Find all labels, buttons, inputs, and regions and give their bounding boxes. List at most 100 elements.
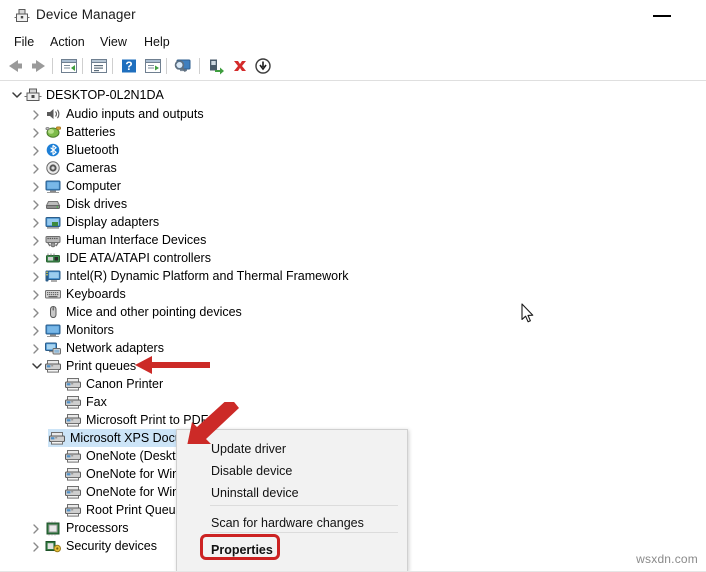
chevron-right-icon[interactable] [28, 159, 44, 177]
tree-row-label: Root Print Queue [86, 503, 183, 517]
chevron-right-icon[interactable] [28, 231, 44, 249]
battery-icon [44, 124, 62, 140]
tree-row-label: Computer [66, 179, 121, 193]
chevron-right-icon[interactable] [28, 303, 44, 321]
tree-row[interactable]: Network adapters [6, 339, 164, 357]
toolbar-separator [52, 58, 53, 74]
menu-bar: File Action View Help [0, 30, 706, 52]
tree-row[interactable]: Disk drives [6, 195, 127, 213]
thermal-framework-icon [44, 268, 62, 284]
chevron-right-icon[interactable] [28, 123, 44, 141]
tree-row[interactable]: Batteries [6, 123, 115, 141]
tree-row[interactable]: Intel(R) Dynamic Platform and Thermal Fr… [6, 267, 348, 285]
uninstall-device-icon[interactable] [229, 56, 251, 76]
chevron-right-icon[interactable] [28, 141, 44, 159]
computer-root-icon [24, 87, 42, 103]
tree-row[interactable]: Fax [6, 393, 107, 411]
chevron-down-icon[interactable] [28, 357, 44, 375]
chevron-right-icon[interactable] [28, 267, 44, 285]
tree-row-label: Canon Printer [86, 377, 164, 391]
tree-row[interactable]: Mice and other pointing devices [6, 303, 242, 321]
tree-row-label: Batteries [66, 125, 116, 139]
back-icon[interactable] [4, 56, 26, 76]
printer-icon [44, 358, 62, 374]
menu-view[interactable]: View [94, 33, 133, 51]
context-menu-separator [210, 505, 398, 506]
printer-icon [64, 394, 82, 410]
tree-row[interactable]: Audio inputs and outputs [6, 105, 204, 123]
forward-icon[interactable] [28, 56, 50, 76]
enable-device-icon[interactable] [205, 56, 227, 76]
tree-row-label: Processors [66, 521, 129, 535]
tree-row-label: Print queues [66, 359, 137, 373]
device-manager-icon [14, 8, 30, 23]
tree-row[interactable]: Root Print Queue [6, 501, 183, 519]
help-icon[interactable]: ? [118, 56, 140, 76]
printer-icon [48, 430, 66, 446]
tree-row-label: Display adapters [66, 215, 160, 229]
camera-icon [44, 160, 62, 176]
tree-row[interactable]: Cameras [6, 159, 117, 177]
chevron-right-icon[interactable] [28, 519, 44, 537]
tree-row[interactable]: Computer [6, 177, 121, 195]
chevron-right-icon[interactable] [28, 195, 44, 213]
tree-row-label: Bluetooth [66, 143, 119, 157]
tree-row[interactable]: Print queues [6, 357, 136, 375]
device-manager-window: Device Manager File Action View Help ? D… [0, 0, 706, 572]
chevron-right-icon[interactable] [28, 213, 44, 231]
chevron-right-icon[interactable] [28, 105, 44, 123]
title-bar: Device Manager [0, 0, 706, 31]
tree-row[interactable]: Processors [6, 519, 129, 537]
toolbar-separator [82, 58, 83, 74]
tree-row[interactable]: Monitors [6, 321, 114, 339]
toolbar-separator [112, 58, 113, 74]
chevron-right-icon[interactable] [28, 321, 44, 339]
tree-row-label: Microsoft Print to PDF [86, 413, 209, 427]
chevron-right-icon[interactable] [28, 339, 44, 357]
tree-row[interactable]: DESKTOP-0L2N1DA [6, 86, 164, 104]
tree-row-label: IDE ATA/ATAPI controllers [66, 251, 211, 265]
chevron-right-icon[interactable] [28, 537, 44, 555]
tree-row[interactable]: Microsoft Print to PDF [6, 411, 208, 429]
show-hide-console-tree-icon[interactable] [58, 56, 80, 76]
tree-row[interactable]: Keyboards [6, 285, 126, 303]
properties-icon[interactable] [88, 56, 110, 76]
tree-row[interactable]: OneNote (Desktop) [6, 447, 194, 465]
context-menu-item-uninstall-device[interactable]: Uninstall device [178, 482, 408, 504]
hid-icon [44, 232, 62, 248]
printer-icon [64, 376, 82, 392]
chevron-right-icon[interactable] [28, 249, 44, 267]
disk-drive-icon [44, 196, 62, 212]
tree-row[interactable]: Human Interface Devices [6, 231, 206, 249]
update-driver-icon[interactable] [172, 56, 194, 76]
context-menu-item-scan-for-hardware-changes[interactable]: Scan for hardware changes [178, 512, 408, 534]
toolbar: ? [0, 52, 706, 81]
chevron-right-icon[interactable] [28, 285, 44, 303]
chevron-down-icon[interactable] [8, 86, 24, 104]
printer-icon [64, 412, 82, 428]
minimize-button[interactable] [640, 0, 684, 30]
mouse-cursor [521, 303, 534, 323]
tree-row[interactable]: Bluetooth [6, 141, 119, 159]
chevron-right-icon[interactable] [28, 177, 44, 195]
tree-row[interactable]: Canon Printer [6, 375, 163, 393]
menu-action[interactable]: Action [44, 33, 91, 51]
disable-device-icon[interactable] [252, 56, 274, 76]
watermark: wsxdn.com [636, 552, 698, 566]
printer-icon [64, 448, 82, 464]
toolbar-separator [199, 58, 200, 74]
scan-for-changes-icon[interactable] [142, 56, 164, 76]
tree-row[interactable]: IDE ATA/ATAPI controllers [6, 249, 211, 267]
context-menu-item-update-driver[interactable]: Update driver [178, 438, 408, 460]
menu-help[interactable]: Help [138, 33, 176, 51]
tree-row[interactable]: Display adapters [6, 213, 159, 231]
window-title: Device Manager [36, 7, 136, 22]
context-menu-item-disable-device[interactable]: Disable device [178, 460, 408, 482]
tree-row[interactable]: Security devices [6, 537, 157, 555]
mouse-icon [44, 304, 62, 320]
menu-file[interactable]: File [8, 33, 40, 51]
